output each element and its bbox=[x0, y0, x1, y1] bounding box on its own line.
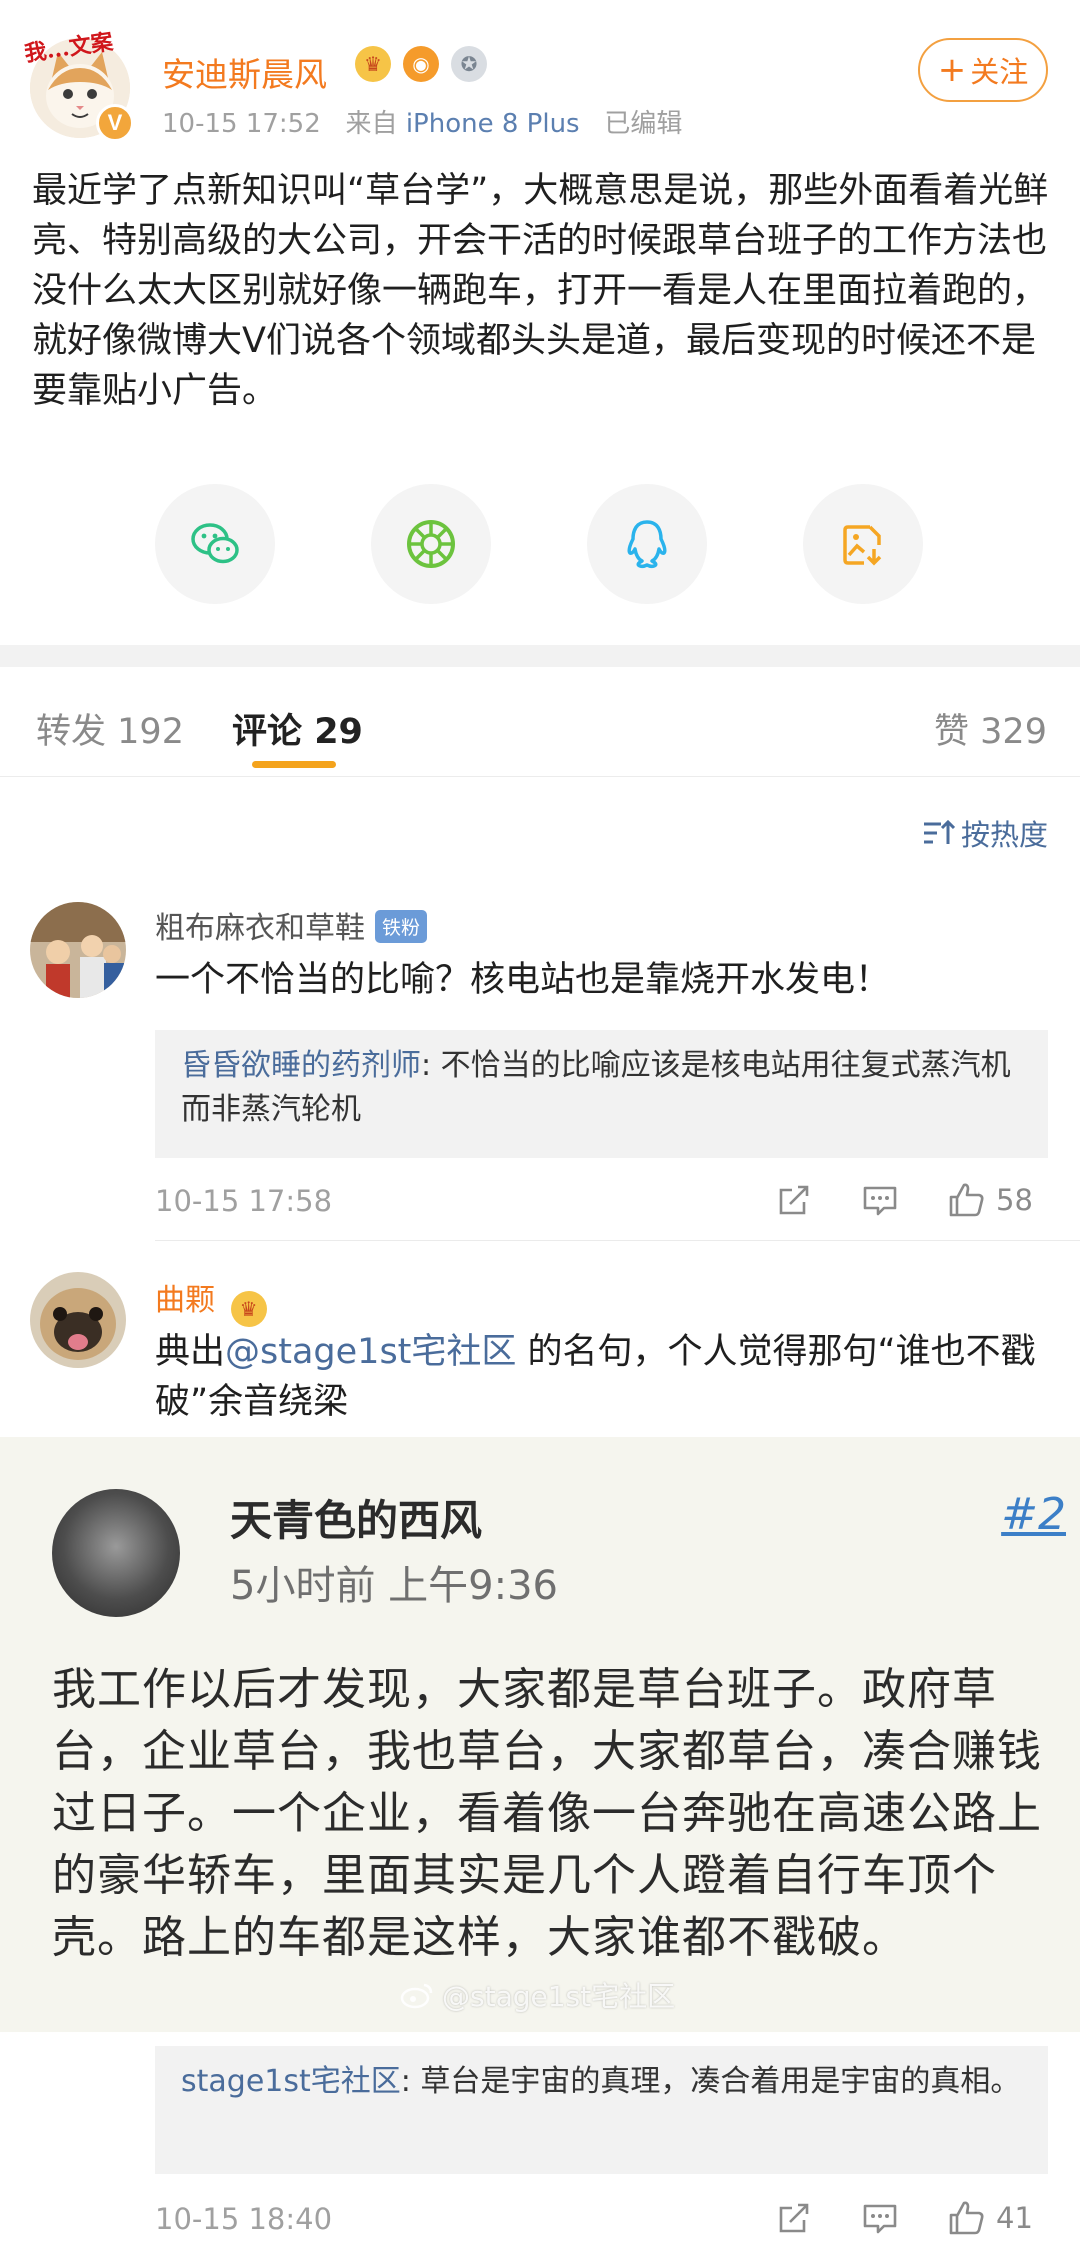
moments-icon bbox=[407, 520, 455, 568]
reply-preview[interactable]: stage1st宅社区: 草台是宇宙的真理，凑合着用是宇宙的真相。 bbox=[155, 2046, 1048, 2174]
share-qq-button[interactable] bbox=[587, 484, 707, 604]
commenter-avatar[interactable] bbox=[30, 1272, 126, 1368]
commenter-name-text: 粗布麻衣和草鞋 bbox=[155, 911, 365, 946]
embedded-author-name: 天青色的西风 bbox=[230, 1496, 483, 1545]
share-row bbox=[0, 484, 1080, 604]
medal-badge-icon[interactable]: ✪ bbox=[451, 46, 487, 82]
repost-comment-button[interactable] bbox=[774, 1180, 814, 1220]
tab-likes[interactable]: 赞 329 bbox=[934, 703, 1047, 754]
comment-time: 10-15 18:40 bbox=[155, 2202, 333, 2236]
tab-likes-label: 赞 bbox=[934, 712, 970, 752]
source-prefix: 来自 bbox=[345, 109, 398, 139]
tab-repost-label: 转发 bbox=[36, 712, 107, 752]
reply-preview[interactable]: 昏昏欲睡的药剂师: 不恰当的比喻应该是核电站用往复式蒸汽机而非蒸汽轮机 bbox=[155, 1030, 1048, 1158]
sort-by-hot-button[interactable]: 按热度 bbox=[921, 812, 1048, 854]
tab-repost-count: 192 bbox=[117, 712, 184, 752]
watermark-text: @stage1st宅社区 bbox=[442, 1980, 676, 2013]
like-count: 58 bbox=[996, 1183, 1033, 1217]
author-name[interactable]: 安迪斯晨风 bbox=[162, 48, 327, 96]
author-avatar[interactable]: 我...文案 V bbox=[23, 29, 134, 142]
comment-actions: 58 bbox=[728, 1180, 1033, 1220]
active-tab-indicator bbox=[252, 761, 336, 768]
edited-label[interactable]: 已编辑 bbox=[604, 109, 682, 139]
tab-comments-count: 29 bbox=[314, 712, 363, 752]
comment-text: 典出@stage1st宅社区 的名句，个人觉得那句“谁也不戳破”余音绕梁 bbox=[155, 1327, 1055, 1427]
save-image-icon bbox=[843, 525, 882, 566]
sort-icon bbox=[923, 819, 955, 844]
iron-fan-badge[interactable]: 铁粉 bbox=[375, 910, 428, 943]
interaction-tabs: 转发 192 评论 29 赞 329 bbox=[0, 667, 1080, 777]
comment-text-prefix: 典出 bbox=[155, 1332, 226, 1372]
commenter-name[interactable]: 粗布麻衣和草鞋 铁粉 bbox=[155, 903, 428, 947]
embedded-avatar bbox=[52, 1489, 180, 1617]
like-comment-button[interactable]: 58 bbox=[946, 1180, 1033, 1220]
share-arrow-icon bbox=[779, 2203, 809, 2233]
comment-actions: 41 bbox=[728, 2198, 1033, 2238]
commenter-avatar[interactable] bbox=[30, 902, 126, 998]
verified-badge-icon: V bbox=[96, 104, 134, 142]
weibo-post: 我...文案 V 安迪斯晨风 ♛ ◉ ✪ 10-15 17:52 来自 iPho… bbox=[0, 0, 1080, 645]
comment-bubble-icon bbox=[863, 1186, 897, 1216]
share-arrow-icon bbox=[779, 1185, 809, 1215]
post-meta: 10-15 17:52 来自 iPhone 8 Plus 已编辑 bbox=[162, 103, 682, 140]
thumbs-up-icon bbox=[949, 2201, 984, 2235]
vip-crown-icon[interactable]: ♛ bbox=[355, 46, 391, 82]
comment-attached-image[interactable]: 天青色的西风 5小时前 上午9:36 #2 我工作以后才发现，大家都是草台班子。… bbox=[0, 1437, 1080, 2032]
fish-badge-icon[interactable]: ◉ bbox=[403, 46, 439, 82]
weibo-watermark: @stage1st宅社区 bbox=[400, 1975, 675, 2015]
share-moments-button[interactable] bbox=[371, 484, 491, 604]
tab-repost[interactable]: 转发 192 bbox=[36, 703, 184, 754]
source-device[interactable]: iPhone 8 Plus bbox=[406, 109, 580, 139]
embedded-time: 5小时前 上午9:36 bbox=[230, 1563, 558, 1609]
share-wechat-button[interactable] bbox=[155, 484, 275, 604]
commenter-name[interactable]: 曲颗 ♛ bbox=[155, 1275, 267, 1327]
post-time: 10-15 17:52 bbox=[162, 109, 321, 139]
sort-label: 按热度 bbox=[960, 818, 1048, 852]
tab-comments-label: 评论 bbox=[232, 712, 303, 752]
thumbs-up-icon bbox=[949, 1183, 984, 1217]
tab-likes-count: 329 bbox=[980, 712, 1047, 752]
commenter-name-text: 曲颗 bbox=[155, 1283, 215, 1318]
comment-time: 10-15 17:58 bbox=[155, 1184, 333, 1218]
embedded-floor-number: #2 bbox=[1001, 1489, 1066, 1540]
comment-separator bbox=[155, 1240, 1080, 1241]
follow-label: 关注 bbox=[970, 55, 1029, 89]
qq-icon bbox=[627, 520, 667, 569]
follow-button[interactable]: + 关注 bbox=[918, 38, 1048, 102]
reply-author[interactable]: 昏昏欲睡的药剂师 bbox=[181, 1048, 421, 1083]
plus-icon: + bbox=[937, 50, 967, 90]
wechat-icon bbox=[191, 523, 239, 564]
vip-crown-icon[interactable]: ♛ bbox=[230, 1291, 267, 1327]
post-body-text: 最近学了点新知识叫“草台学”，大概意思是说，那些外面看着光鲜亮、特别高级的大公司… bbox=[32, 171, 1049, 411]
author-badges: ♛ ◉ ✪ bbox=[355, 46, 487, 82]
reply-text: : 草台是宇宙的真理，凑合着用是宇宙的真相。 bbox=[400, 2064, 1021, 2099]
repost-comment-button[interactable] bbox=[774, 2198, 814, 2238]
reply-comment-button[interactable] bbox=[860, 1180, 900, 1220]
section-divider bbox=[0, 645, 1080, 667]
reply-comment-button[interactable] bbox=[860, 2198, 900, 2238]
weibo-logo-icon bbox=[400, 1983, 433, 2009]
mention-link[interactable]: @stage1st宅社区 bbox=[225, 1332, 516, 1372]
comment-text: 一个不恰当的比喻？核电站也是靠烧开水发电！ bbox=[155, 960, 891, 1000]
like-count: 41 bbox=[996, 2201, 1033, 2235]
comment-bubble-icon bbox=[863, 2204, 897, 2234]
reply-author[interactable]: stage1st宅社区 bbox=[181, 2064, 401, 2099]
tab-comments[interactable]: 评论 29 bbox=[232, 703, 363, 754]
embedded-post-text: 我工作以后才发现，大家都是草台班子。政府草台，企业草台，我也草台，大家都草台，凑… bbox=[52, 1664, 1042, 1963]
save-image-button[interactable] bbox=[803, 484, 923, 604]
like-comment-button[interactable]: 41 bbox=[946, 2198, 1033, 2238]
